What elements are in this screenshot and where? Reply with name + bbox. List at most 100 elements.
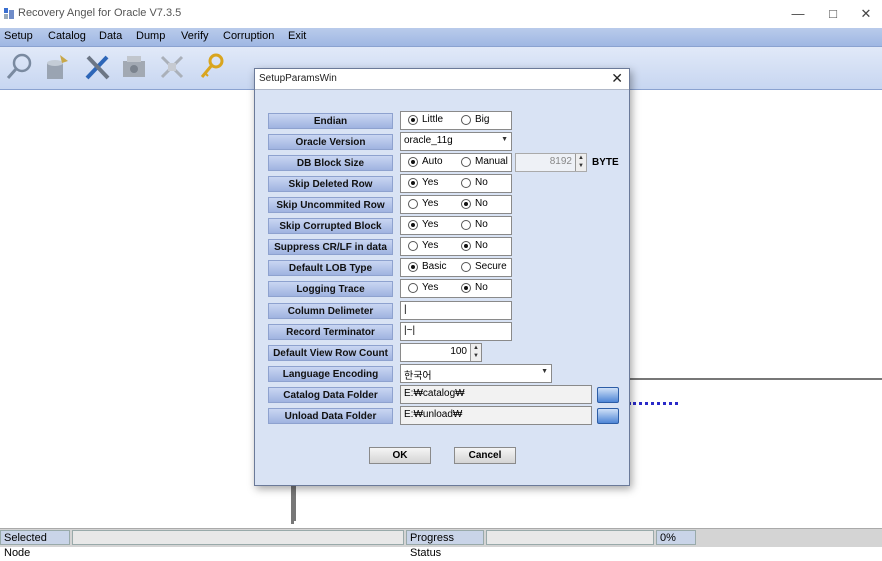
chevron-down-icon: ▼ bbox=[541, 368, 548, 375]
crossed-tools-icon[interactable] bbox=[156, 51, 188, 83]
block-size-number[interactable]: 8192 ▲ ▼ bbox=[515, 153, 587, 172]
cancel-button[interactable]: Cancel bbox=[454, 447, 516, 464]
suppress-crlf-no-radio[interactable] bbox=[461, 241, 471, 251]
skip-deleted-yes-radio[interactable] bbox=[408, 178, 418, 188]
suppress-crlf-no-label: No bbox=[475, 240, 488, 251]
selected-node-value bbox=[72, 530, 404, 545]
menu-corruption[interactable]: Corruption bbox=[223, 30, 274, 42]
skip-deleted-no-label: No bbox=[475, 177, 488, 188]
block-size-manual-radio[interactable] bbox=[461, 157, 471, 167]
skip-deleted-group: Yes No bbox=[400, 174, 512, 193]
database-icon[interactable] bbox=[40, 51, 72, 83]
unload-folder-label: Unload Data Folder bbox=[268, 408, 393, 424]
oracle-version-select[interactable]: oracle_11g ▼ bbox=[400, 132, 512, 151]
col-delim-input[interactable]: | bbox=[400, 301, 512, 320]
rec-term-input[interactable]: |~| bbox=[400, 322, 512, 341]
dialog-title-bar: SetupParamsWin ✕ bbox=[255, 69, 629, 90]
skip-corrupted-yes-radio[interactable] bbox=[408, 220, 418, 230]
minimize-button[interactable]: — bbox=[784, 4, 812, 24]
menu-catalog[interactable]: Catalog bbox=[48, 30, 86, 42]
view-rows-input[interactable]: 100 ▲ ▼ bbox=[400, 343, 482, 362]
skip-corrupted-no-radio[interactable] bbox=[461, 220, 471, 230]
menu-bar: Setup Catalog Data Dump Verify Corruptio… bbox=[0, 28, 882, 47]
skip-deleted-label: Skip Deleted Row bbox=[268, 176, 393, 192]
lang-enc-label: Language Encoding bbox=[268, 366, 393, 382]
oracle-version-value: oracle_11g bbox=[404, 135, 453, 146]
maximize-button[interactable]: □ bbox=[819, 4, 847, 24]
rec-term-value: |~| bbox=[404, 325, 416, 336]
skip-corrupted-group: Yes No bbox=[400, 216, 512, 235]
unload-folder-browse-button[interactable] bbox=[597, 408, 619, 424]
skip-uncommited-no-label: No bbox=[475, 198, 488, 209]
endian-big-label: Big bbox=[475, 114, 490, 125]
close-window-button[interactable]: ✕ bbox=[852, 4, 880, 24]
dialog-title: SetupParamsWin bbox=[259, 73, 337, 84]
skip-uncommited-group: Yes No bbox=[400, 195, 512, 214]
dialog-close-button[interactable]: ✕ bbox=[611, 70, 623, 87]
block-size-auto-label: Auto bbox=[422, 156, 443, 167]
chevron-down-icon: ▼ bbox=[501, 136, 508, 143]
progress-percent: 0% bbox=[656, 530, 696, 545]
endian-big-radio[interactable] bbox=[461, 115, 471, 125]
skip-deleted-yes-label: Yes bbox=[422, 177, 439, 188]
unload-folder-value: E:₩unload₩ bbox=[404, 409, 463, 420]
menu-dump[interactable]: Dump bbox=[136, 30, 165, 42]
tree-pane[interactable] bbox=[0, 90, 294, 524]
progress-bar bbox=[486, 530, 654, 545]
endian-group: Little Big bbox=[400, 111, 512, 130]
skip-corrupted-no-label: No bbox=[475, 219, 488, 230]
endian-little-label: Little bbox=[422, 114, 444, 125]
view-rows-value: 100 bbox=[450, 346, 467, 357]
block-size-auto-radio[interactable] bbox=[408, 157, 418, 167]
menu-exit[interactable]: Exit bbox=[288, 30, 306, 42]
menu-setup[interactable]: Setup bbox=[4, 30, 33, 42]
logging-trace-group: Yes No bbox=[400, 279, 512, 298]
block-size-spinner[interactable]: ▲ ▼ bbox=[575, 154, 586, 171]
logging-yes-label: Yes bbox=[422, 282, 439, 293]
logging-no-radio[interactable] bbox=[461, 283, 471, 293]
logging-trace-label: Logging Trace bbox=[268, 281, 393, 297]
tools-icon[interactable] bbox=[82, 51, 114, 83]
machine-icon[interactable] bbox=[118, 51, 150, 83]
block-size-label: DB Block Size bbox=[268, 155, 393, 171]
unload-folder-input[interactable]: E:₩unload₩ bbox=[400, 406, 592, 425]
window-title: Recovery Angel for Oracle V7.3.5 bbox=[18, 7, 182, 19]
title-bar: Recovery Angel for Oracle V7.3.5 — □ ✕ bbox=[0, 0, 882, 28]
lob-type-basic-radio[interactable] bbox=[408, 262, 418, 272]
skip-uncommited-label: Skip Uncommited Row bbox=[268, 197, 393, 213]
block-size-group: Auto Manual bbox=[400, 153, 512, 172]
search-icon[interactable] bbox=[4, 51, 36, 83]
view-rows-spinner[interactable]: ▲ ▼ bbox=[470, 344, 481, 361]
col-delim-label: Column Delimeter bbox=[268, 303, 393, 319]
lang-enc-value: 한국어 bbox=[404, 371, 432, 382]
app-logo-icon bbox=[4, 8, 14, 19]
col-delim-value: | bbox=[404, 304, 407, 315]
suppress-crlf-label: Suppress CR/LF in data bbox=[268, 239, 393, 255]
suppress-crlf-yes-radio[interactable] bbox=[408, 241, 418, 251]
block-size-unit: BYTE bbox=[592, 157, 619, 168]
catalog-folder-browse-button[interactable] bbox=[597, 387, 619, 403]
suppress-crlf-yes-label: Yes bbox=[422, 240, 439, 251]
block-size-number-value: 8192 bbox=[549, 156, 572, 167]
endian-label: Endian bbox=[268, 113, 393, 129]
lang-enc-select[interactable]: 한국어 ▼ bbox=[400, 364, 552, 383]
rec-term-label: Record Terminator bbox=[268, 324, 393, 340]
setup-params-dialog: SetupParamsWin ✕ Endian Little Big Oracl… bbox=[254, 68, 630, 486]
block-size-manual-label: Manual bbox=[475, 156, 508, 167]
skip-corrupted-label: Skip Corrupted Block bbox=[268, 218, 393, 234]
catalog-folder-input[interactable]: E:₩catalog₩ bbox=[400, 385, 592, 404]
catalog-folder-value: E:₩catalog₩ bbox=[404, 388, 465, 399]
lob-type-secure-radio[interactable] bbox=[461, 262, 471, 272]
logging-yes-radio[interactable] bbox=[408, 283, 418, 293]
menu-verify[interactable]: Verify bbox=[181, 30, 209, 42]
skip-corrupted-yes-label: Yes bbox=[422, 219, 439, 230]
ok-button[interactable]: OK bbox=[369, 447, 431, 464]
key-icon[interactable] bbox=[196, 51, 228, 83]
view-rows-label: Default View Row Count bbox=[268, 345, 393, 361]
menu-data[interactable]: Data bbox=[99, 30, 122, 42]
skip-uncommited-yes-radio[interactable] bbox=[408, 199, 418, 209]
skip-deleted-no-radio[interactable] bbox=[461, 178, 471, 188]
endian-little-radio[interactable] bbox=[408, 115, 418, 125]
suppress-crlf-group: Yes No bbox=[400, 237, 512, 256]
skip-uncommited-no-radio[interactable] bbox=[461, 199, 471, 209]
